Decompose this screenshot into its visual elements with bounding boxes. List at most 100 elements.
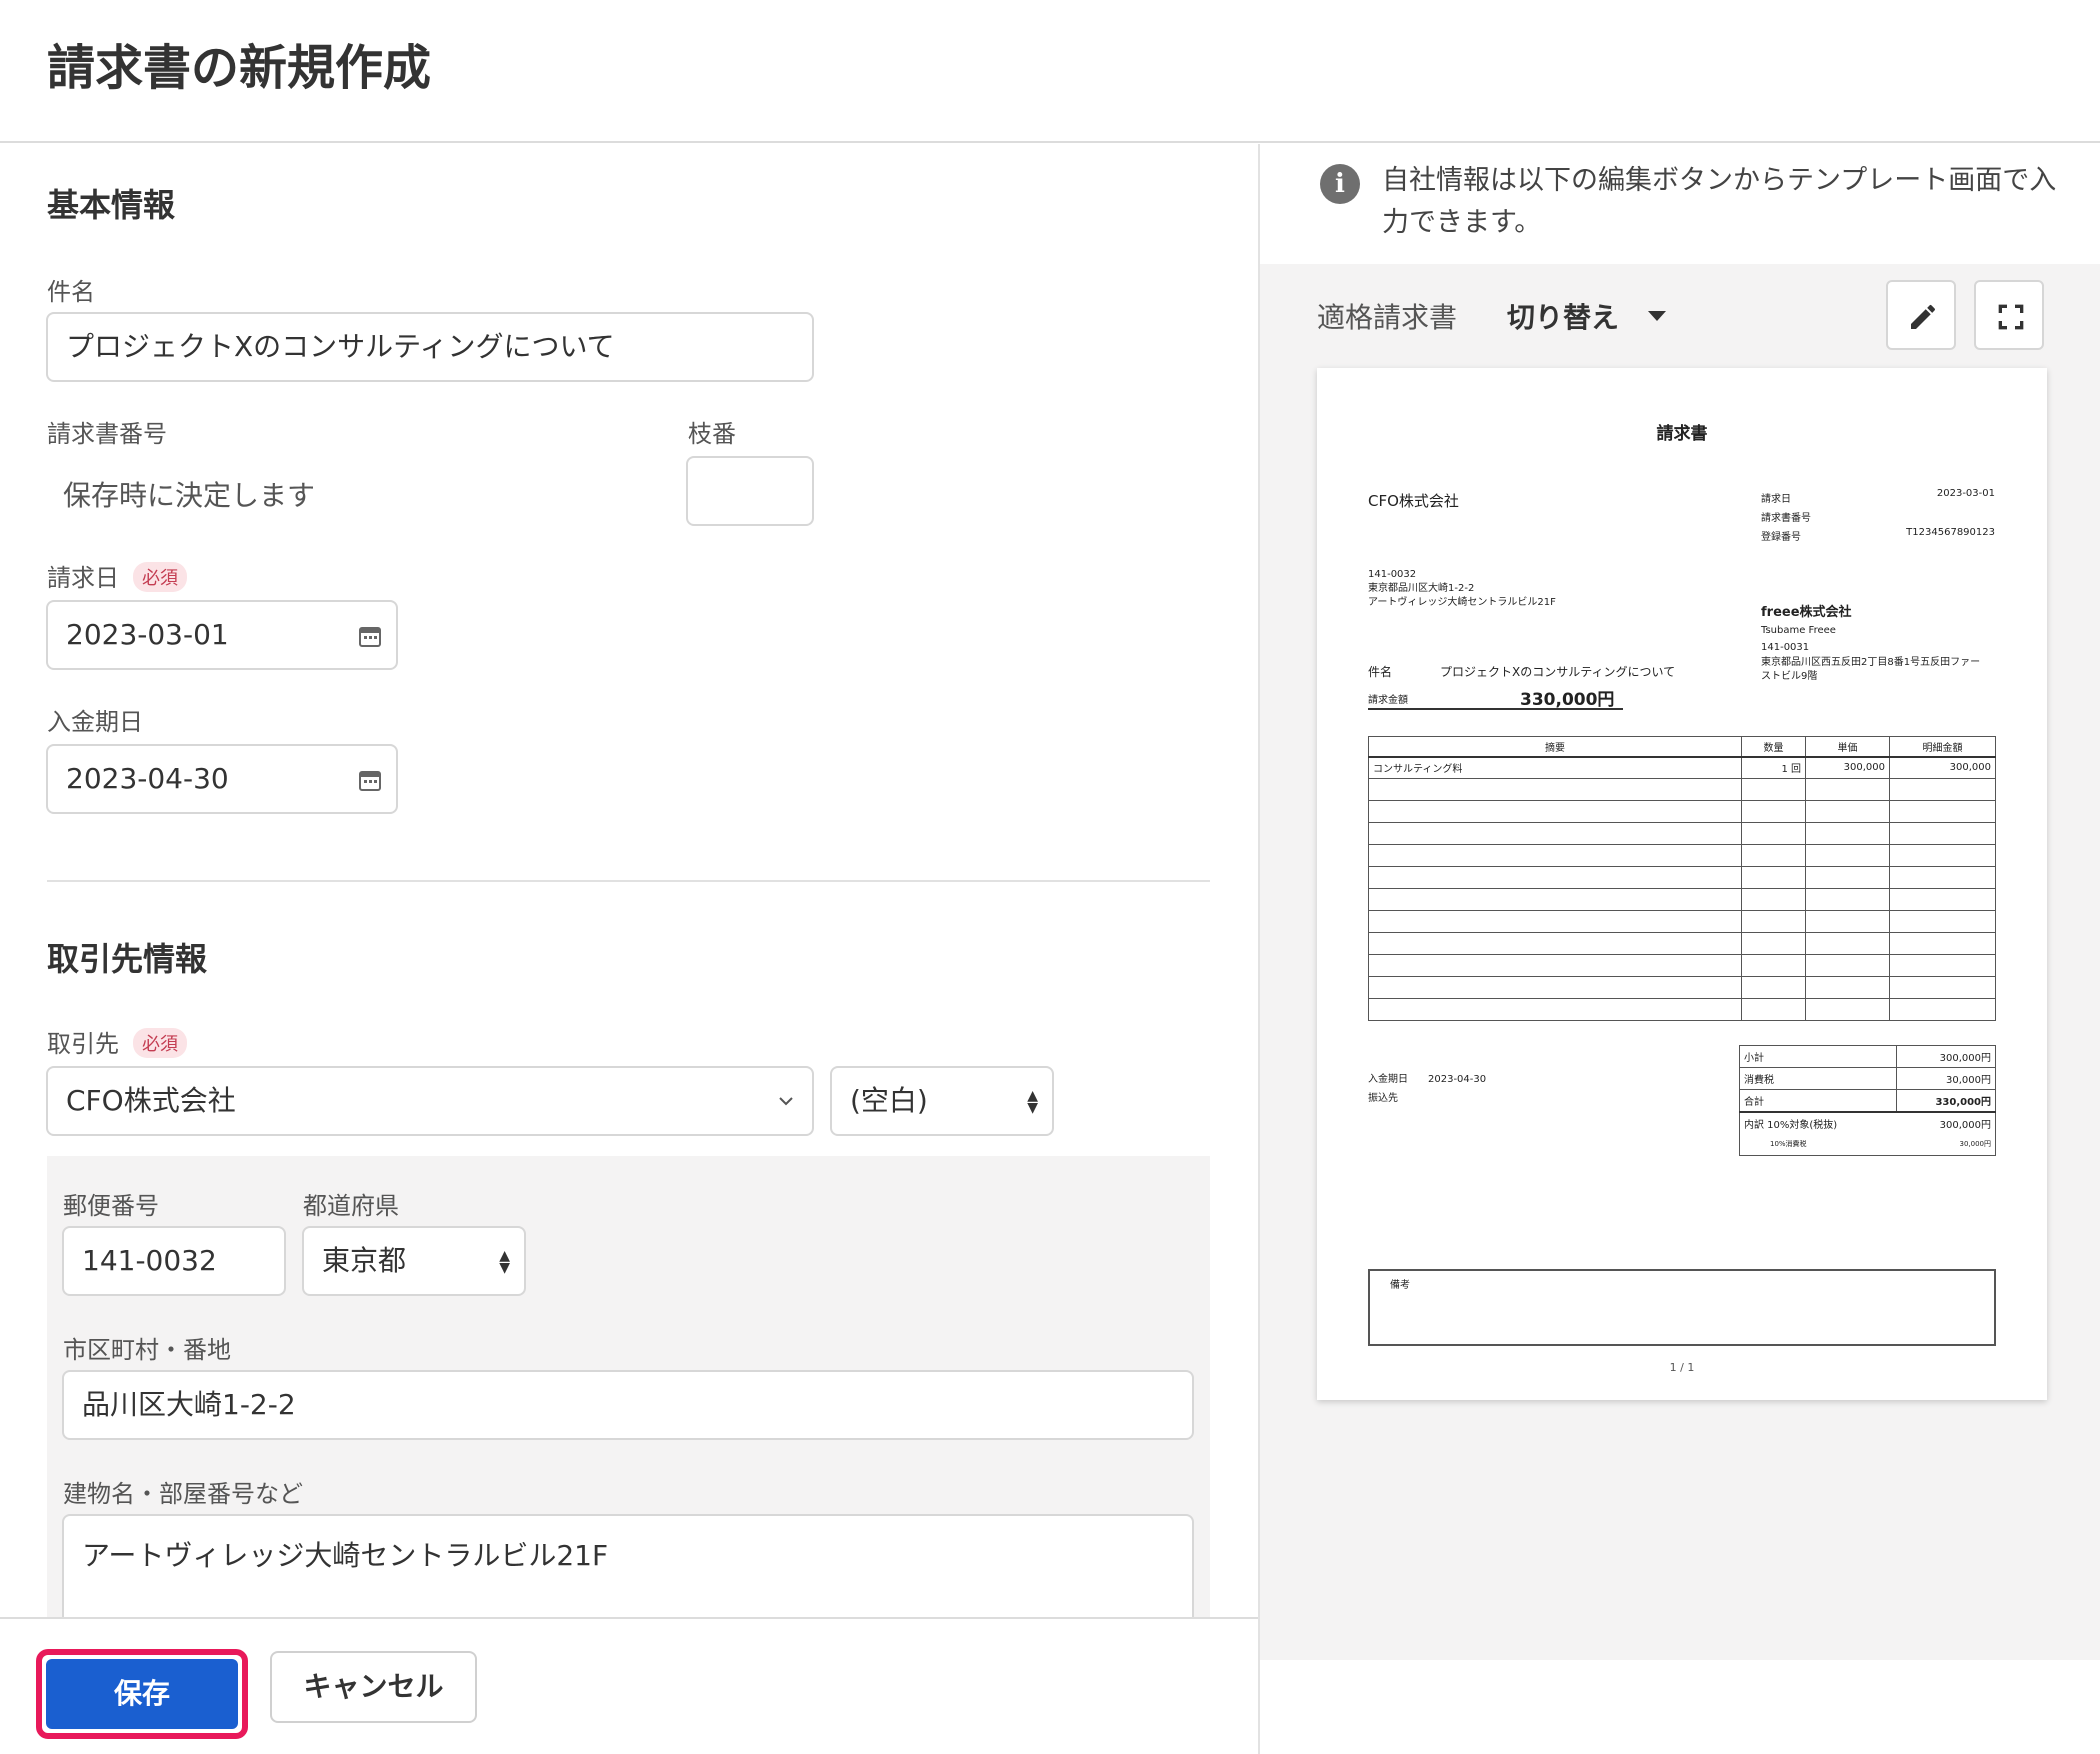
building-textarea[interactable]: アートヴィレッジ大崎セントラルビル21F [62, 1514, 1194, 1618]
honorific-select[interactable]: (空白) ▲ ▼ [830, 1066, 1054, 1136]
invoice-date-meta-value: 2023-03-01 [1936, 488, 1995, 499]
issuer-person: Tsubame Freee [1761, 625, 1836, 636]
subject-label: 件名 [47, 278, 95, 306]
registration-meta-value: T1234567890123 [1906, 527, 1995, 538]
required-badge: 必須 [133, 562, 187, 592]
empty-cell [1368, 778, 1742, 801]
subject-input[interactable]: プロジェクトXのコンサルティングについて [46, 312, 814, 382]
table-row-empty [1368, 866, 1996, 889]
calendar-icon[interactable] [358, 624, 382, 648]
required-badge: 必須 [133, 1028, 187, 1058]
due-date-label: 入金期日 [47, 708, 143, 736]
tax-value: 30,000円 [1895, 1067, 1997, 1090]
calendar-icon[interactable] [358, 768, 382, 792]
section-divider [47, 880, 1210, 882]
line-items-table: 摘要 数量 単価 明細金額 コンサルティング料 1 回 300,000 300,… [1368, 736, 1996, 1021]
edit-button[interactable] [1886, 280, 1956, 350]
table-row-empty [1368, 844, 1996, 867]
branch-label: 枝番 [688, 420, 736, 448]
empty-cell [1889, 866, 1996, 889]
empty-cell [1889, 998, 1996, 1021]
row-unit-price: 300,000 [1805, 756, 1890, 779]
client-label-text: 取引先 [47, 1030, 119, 1058]
invoice-form: 基本情報 件名 プロジェクトXのコンサルティングについて 請求書番号 保存時に決… [0, 144, 1258, 1618]
empty-cell [1805, 954, 1890, 977]
empty-cell [1368, 822, 1742, 845]
col-amount: 明細金額 [1889, 736, 1996, 758]
empty-cell [1805, 822, 1890, 845]
invoice-date-meta-label: 請求日 [1761, 494, 1791, 505]
table-row-empty [1368, 778, 1996, 801]
invoice-number-meta-label: 請求書番号 [1761, 513, 1811, 524]
breakdown-tax-row: 10%消費税 30,000円 [1739, 1133, 1997, 1156]
client-select[interactable]: CFO株式会社 [46, 1066, 814, 1136]
tax-label: 消費税 [1739, 1067, 1897, 1090]
empty-cell [1805, 910, 1890, 933]
table-row-empty [1368, 998, 1996, 1021]
fullscreen-button[interactable] [1974, 280, 2044, 350]
totals-table: 小計 300,000円 消費税 30,000円 合計 330,000円 内訳 10%対… [1739, 1045, 1997, 1156]
client-address: 141-0032 東京都品川区大崎1-2-2 アートヴィレッジ大崎セントラルビル… [1368, 568, 1556, 610]
pay-due-label: 入金期日 [1368, 1074, 1408, 1085]
building-label: 建物名・部屋番号など [63, 1480, 303, 1508]
empty-cell [1805, 932, 1890, 955]
prefecture-select[interactable]: 東京都 ▲ ▼ [302, 1226, 526, 1296]
breakdown-value: 300,000円 [1896, 1111, 1997, 1134]
postal-label: 郵便番号 [63, 1192, 159, 1220]
table-row-empty [1368, 822, 1996, 845]
issuer-address-line1: 東京都品川区西五反田2丁目8番1号五反田ファー [1761, 657, 1981, 668]
issuer-address-line2: ストビル9階 [1761, 671, 1818, 682]
cancel-button[interactable]: キャンセル [270, 1651, 477, 1723]
empty-cell [1805, 800, 1890, 823]
info-text: 自社情報は以下の編集ボタンからテンプレート画面で入力できます。 [1382, 165, 2057, 238]
form-footer: 保存 キャンセル [0, 1617, 1258, 1754]
empty-cell [1741, 976, 1806, 999]
subtotal-row: 小計 300,000円 [1739, 1045, 1997, 1068]
empty-cell [1889, 844, 1996, 867]
empty-cell [1741, 888, 1806, 911]
empty-cell [1889, 800, 1996, 823]
empty-cell [1805, 888, 1890, 911]
city-input[interactable]: 品川区大崎1-2-2 [62, 1370, 1194, 1440]
prefecture-select-value: 東京都 [322, 1244, 407, 1277]
amount-underline [1368, 708, 1623, 710]
invoice-type-label: 適格請求書 [1317, 301, 1458, 334]
invoice-date-input[interactable]: 2023-03-01 [46, 600, 398, 670]
tax-row: 消費税 30,000円 [1739, 1067, 1997, 1090]
empty-cell [1805, 778, 1890, 801]
total-value: 330,000円 [1895, 1089, 1997, 1112]
empty-cell [1368, 954, 1742, 977]
empty-cell [1368, 910, 1742, 933]
caret-down-icon[interactable] [1648, 311, 1666, 321]
amount-value: 330,000円 [1520, 690, 1615, 710]
remarks-label: 備考 [1390, 1280, 1410, 1291]
empty-cell [1889, 932, 1996, 955]
issuer-name: freee株式会社 [1761, 605, 1852, 620]
invoice-date-label-text: 請求日 [47, 564, 119, 592]
empty-cell [1805, 844, 1890, 867]
total-row: 合計 330,000円 [1739, 1089, 1997, 1112]
invoice-number-label: 請求書番号 [47, 420, 167, 448]
postal-input[interactable]: 141-0032 [62, 1226, 286, 1296]
select-arrows-icon: ▲ ▼ [1027, 1088, 1038, 1116]
page-header: 請求書の新規作成 [0, 0, 2100, 143]
issuer-details: Tsubame Freee 141-0031 東京都品川区西五反田2丁目8番1号… [1761, 622, 1980, 684]
client-info-title: 取引先情報 [47, 940, 208, 978]
empty-cell [1889, 976, 1996, 999]
switch-dropdown[interactable]: 切り替え [1507, 296, 1619, 336]
empty-cell [1805, 998, 1890, 1021]
row-description: コンサルティング料 [1368, 756, 1742, 779]
invoice-date-label: 請求日 必須 [47, 558, 187, 594]
due-date-input[interactable]: 2023-04-30 [46, 744, 398, 814]
registration-meta-label: 登録番号 [1761, 532, 1801, 543]
table-row-empty [1368, 800, 1996, 823]
issuer-postal: 141-0031 [1761, 642, 1810, 653]
empty-cell [1368, 888, 1742, 911]
save-button[interactable]: 保存 [46, 1659, 238, 1729]
branch-input[interactable] [686, 456, 814, 526]
honorific-select-value: (空白) [850, 1084, 928, 1117]
empty-cell [1741, 822, 1806, 845]
table-header-row: 摘要 数量 単価 明細金額 [1368, 736, 1996, 758]
empty-cell [1741, 954, 1806, 977]
empty-cell [1805, 866, 1890, 889]
